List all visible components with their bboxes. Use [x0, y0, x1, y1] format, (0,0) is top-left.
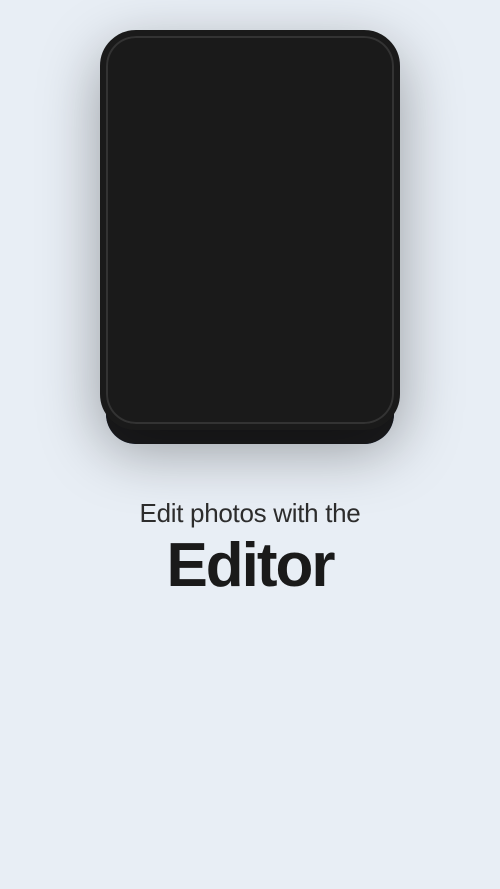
- contrast-label: Contrast: [131, 356, 165, 366]
- nav-crop[interactable]: [122, 403, 160, 434]
- tools-row-1: Crop Rotate: [114, 254, 386, 313]
- nav-sliders[interactable]: [231, 403, 269, 434]
- mirror-icon: [339, 264, 365, 290]
- main-title: Editor: [140, 533, 361, 598]
- crop-icon: [135, 264, 161, 290]
- nav-grid[interactable]: [340, 403, 378, 434]
- vignette-label: Vignette: [336, 356, 369, 366]
- nav-palette[interactable]: [285, 403, 323, 434]
- boat-mast: [226, 121, 227, 149]
- exposure-tool[interactable]: Exposure: [188, 321, 244, 372]
- small-boat-2: [331, 115, 336, 118]
- rotate-icon: [203, 264, 229, 290]
- editor-panel: Crop Rotate: [106, 240, 394, 444]
- rotate-tool[interactable]: Rotate: [188, 258, 244, 309]
- tools-row-2: Contrast Exposure: [114, 317, 386, 376]
- rotate-label: Rotate: [203, 293, 230, 303]
- straighten-tool[interactable]: Straighten: [256, 258, 312, 309]
- saturation-tool[interactable]: Saturation: [256, 321, 312, 372]
- contrast-icon: [135, 327, 161, 353]
- phone-container: Crop Rotate: [100, 30, 400, 450]
- straighten-icon: [271, 264, 297, 290]
- straighten-label: Straighten: [263, 293, 304, 303]
- crop-label: Crop: [138, 293, 158, 303]
- crop-tool[interactable]: Crop: [120, 258, 176, 309]
- contrast-tool[interactable]: Contrast: [120, 321, 176, 372]
- boat-glow: [206, 171, 236, 196]
- text-section: Edit photos with the Editor: [110, 498, 391, 598]
- ocean-background: [106, 36, 394, 260]
- mirror-tool[interactable]: Mirror: [324, 258, 380, 309]
- exposure-label: Exposure: [197, 356, 235, 366]
- subtitle: Edit photos with the: [140, 498, 361, 529]
- boat: [218, 121, 236, 153]
- nav-lock[interactable]: [177, 403, 215, 434]
- small-boat-3: [342, 99, 347, 102]
- vignette-tool[interactable]: Vignette: [324, 321, 380, 372]
- vignette-icon: [339, 327, 365, 353]
- phone-screen: Crop Rotate: [106, 36, 394, 444]
- exposure-icon: [203, 327, 229, 353]
- saturation-icon: [271, 327, 297, 353]
- mirror-label: Mirror: [340, 293, 364, 303]
- small-boat-1: [308, 103, 313, 106]
- bottom-nav: [114, 396, 386, 436]
- saturation-label: Saturation: [263, 356, 304, 366]
